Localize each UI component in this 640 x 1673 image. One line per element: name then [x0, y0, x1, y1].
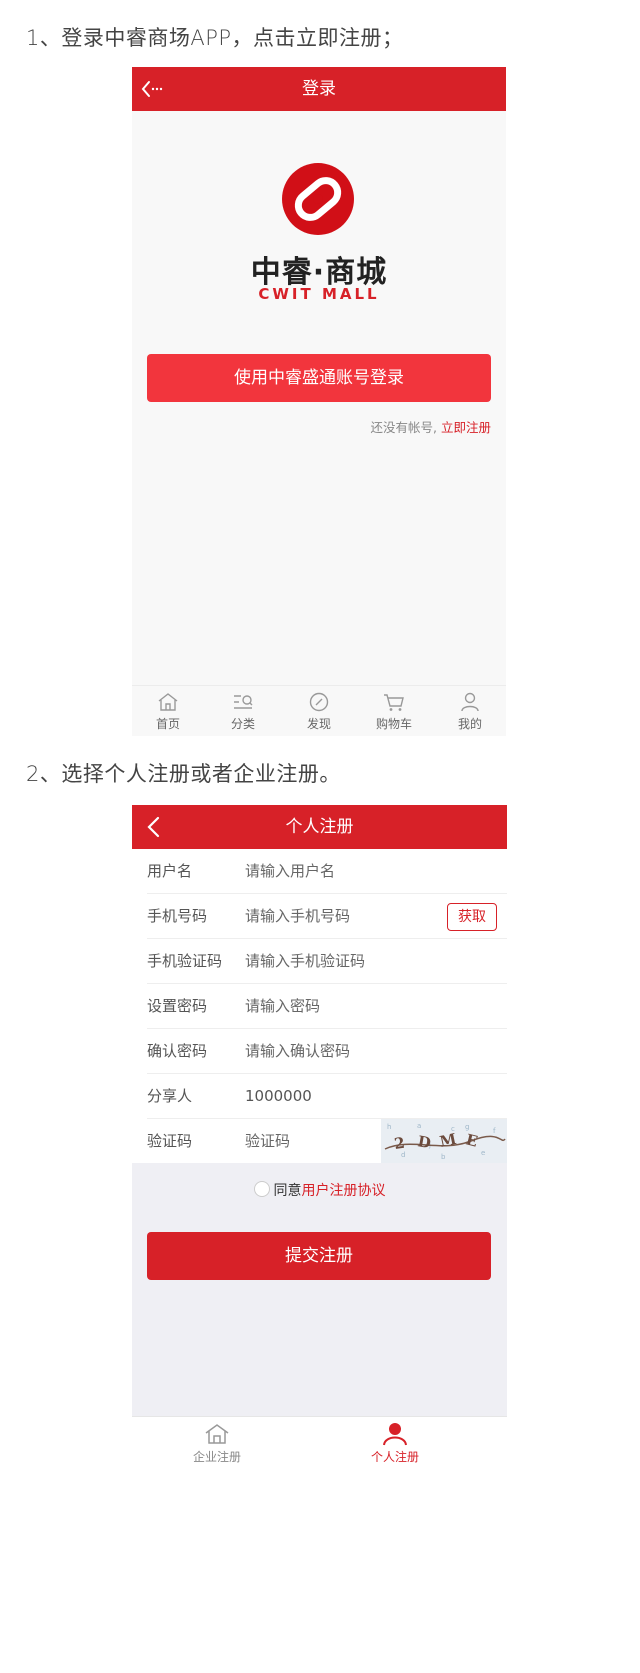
tab-label: 我的	[457, 717, 482, 731]
username-row: 用户名 请输入用户名	[147, 849, 507, 894]
tab-home[interactable]: 首页	[138, 692, 198, 732]
agreement-link[interactable]: 用户注册协议	[302, 1183, 386, 1199]
tab-label: 企业注册	[192, 1450, 241, 1464]
tab-mine[interactable]: 我的	[440, 692, 500, 732]
agreement-line: 同意用户注册协议	[132, 1180, 507, 1200]
sms-code-input[interactable]: 请输入手机验证码	[245, 939, 365, 983]
user-icon	[461, 692, 479, 712]
logo-english-text: CWIT MALL	[258, 285, 380, 303]
tab-label: 个人注册	[370, 1450, 419, 1464]
captcha-row: 验证码 验证码 hda bge fcj 2 D M E	[147, 1119, 507, 1163]
home-icon	[158, 693, 178, 711]
submit-register-button[interactable]: 提交注册	[147, 1232, 491, 1280]
confirm-password-label: 确认密码	[147, 1042, 208, 1060]
username-label: 用户名	[147, 862, 193, 880]
login-screen: 登录 中睿·商城 CWIT MALL 使用中睿盛通账号登录 还没有帐号, 立即注…	[132, 67, 506, 736]
bottom-tab-bar: 首页 分类 发现 购物车 我的	[132, 685, 506, 736]
password-input[interactable]: 请输入密码	[245, 984, 320, 1028]
tab-label: 发现	[306, 717, 331, 731]
register-hint: 还没有帐号, 立即注册	[371, 417, 491, 436]
svg-text:h: h	[387, 1123, 391, 1131]
user-icon	[383, 1423, 407, 1446]
svg-text:b: b	[441, 1153, 446, 1161]
cart-icon	[384, 694, 404, 711]
tab-cart[interactable]: 购物车	[364, 692, 424, 732]
login-header: 登录	[132, 67, 506, 111]
svg-text:a: a	[417, 1122, 421, 1130]
confirm-password-row: 确认密码 请输入确认密码	[147, 1029, 507, 1074]
sms-code-label: 手机验证码	[147, 952, 223, 970]
referrer-input[interactable]: 1000000	[245, 1074, 312, 1118]
step-2-heading: 2、选择个人注册或者企业注册。	[26, 762, 341, 786]
captcha-image[interactable]: hda bge fcj 2 D M E	[381, 1119, 507, 1163]
no-account-text: 还没有帐号,	[370, 420, 437, 435]
username-input[interactable]: 请输入用户名	[245, 849, 335, 893]
phone-row: 手机号码 请输入手机号码 获取	[147, 894, 507, 939]
tab-category[interactable]: 分类	[213, 692, 273, 732]
compass-icon	[309, 692, 329, 712]
category-icon	[234, 695, 253, 709]
captcha-input[interactable]: 验证码	[245, 1119, 290, 1163]
register-now-link[interactable]: 立即注册	[441, 420, 491, 435]
tab-label: 首页	[155, 717, 180, 731]
tab-label: 分类	[230, 717, 255, 731]
confirm-password-input[interactable]: 请输入确认密码	[245, 1029, 350, 1073]
register-screen: 个人注册 用户名 请输入用户名 手机号码 请输入手机号码 获取 手机验证码 请输…	[132, 805, 507, 1471]
password-label: 设置密码	[147, 997, 208, 1015]
referrer-row: 分享人 1000000	[147, 1074, 507, 1119]
page-title: 登录	[302, 79, 336, 99]
svg-text:d: d	[401, 1151, 405, 1159]
agree-text: 同意	[273, 1183, 302, 1199]
account-login-button[interactable]: 使用中睿盛通账号登录	[147, 354, 491, 402]
home-icon	[205, 1424, 229, 1444]
register-form: 用户名 请输入用户名 手机号码 请输入手机号码 获取 手机验证码 请输入手机验证…	[132, 849, 507, 1163]
get-code-button[interactable]: 获取	[447, 903, 497, 931]
tab-discover[interactable]: 发现	[289, 692, 349, 732]
svg-text:e: e	[481, 1149, 485, 1157]
tab-enterprise-register[interactable]: 企业注册	[172, 1422, 262, 1465]
sms-code-row: 手机验证码 请输入手机验证码	[147, 939, 507, 984]
referrer-label: 分享人	[147, 1087, 193, 1105]
tab-personal-register[interactable]: 个人注册	[350, 1422, 440, 1465]
captcha-label: 验证码	[147, 1132, 193, 1150]
register-tab-bar: 企业注册 个人注册	[132, 1416, 507, 1471]
page-title: 个人注册	[285, 817, 354, 837]
step-1-heading: 1、登录中睿商场APP，点击立即注册；	[26, 26, 404, 50]
register-header: 个人注册	[132, 805, 507, 849]
logo-mark-icon	[282, 163, 354, 235]
brand-logo: 中睿·商城 CWIT MALL	[132, 163, 506, 303]
tab-label: 购物车	[375, 717, 412, 731]
phone-label: 手机号码	[147, 907, 208, 925]
phone-input[interactable]: 请输入手机号码	[245, 894, 350, 938]
password-row: 设置密码 请输入密码	[147, 984, 507, 1029]
agree-radio[interactable]	[253, 1181, 270, 1197]
